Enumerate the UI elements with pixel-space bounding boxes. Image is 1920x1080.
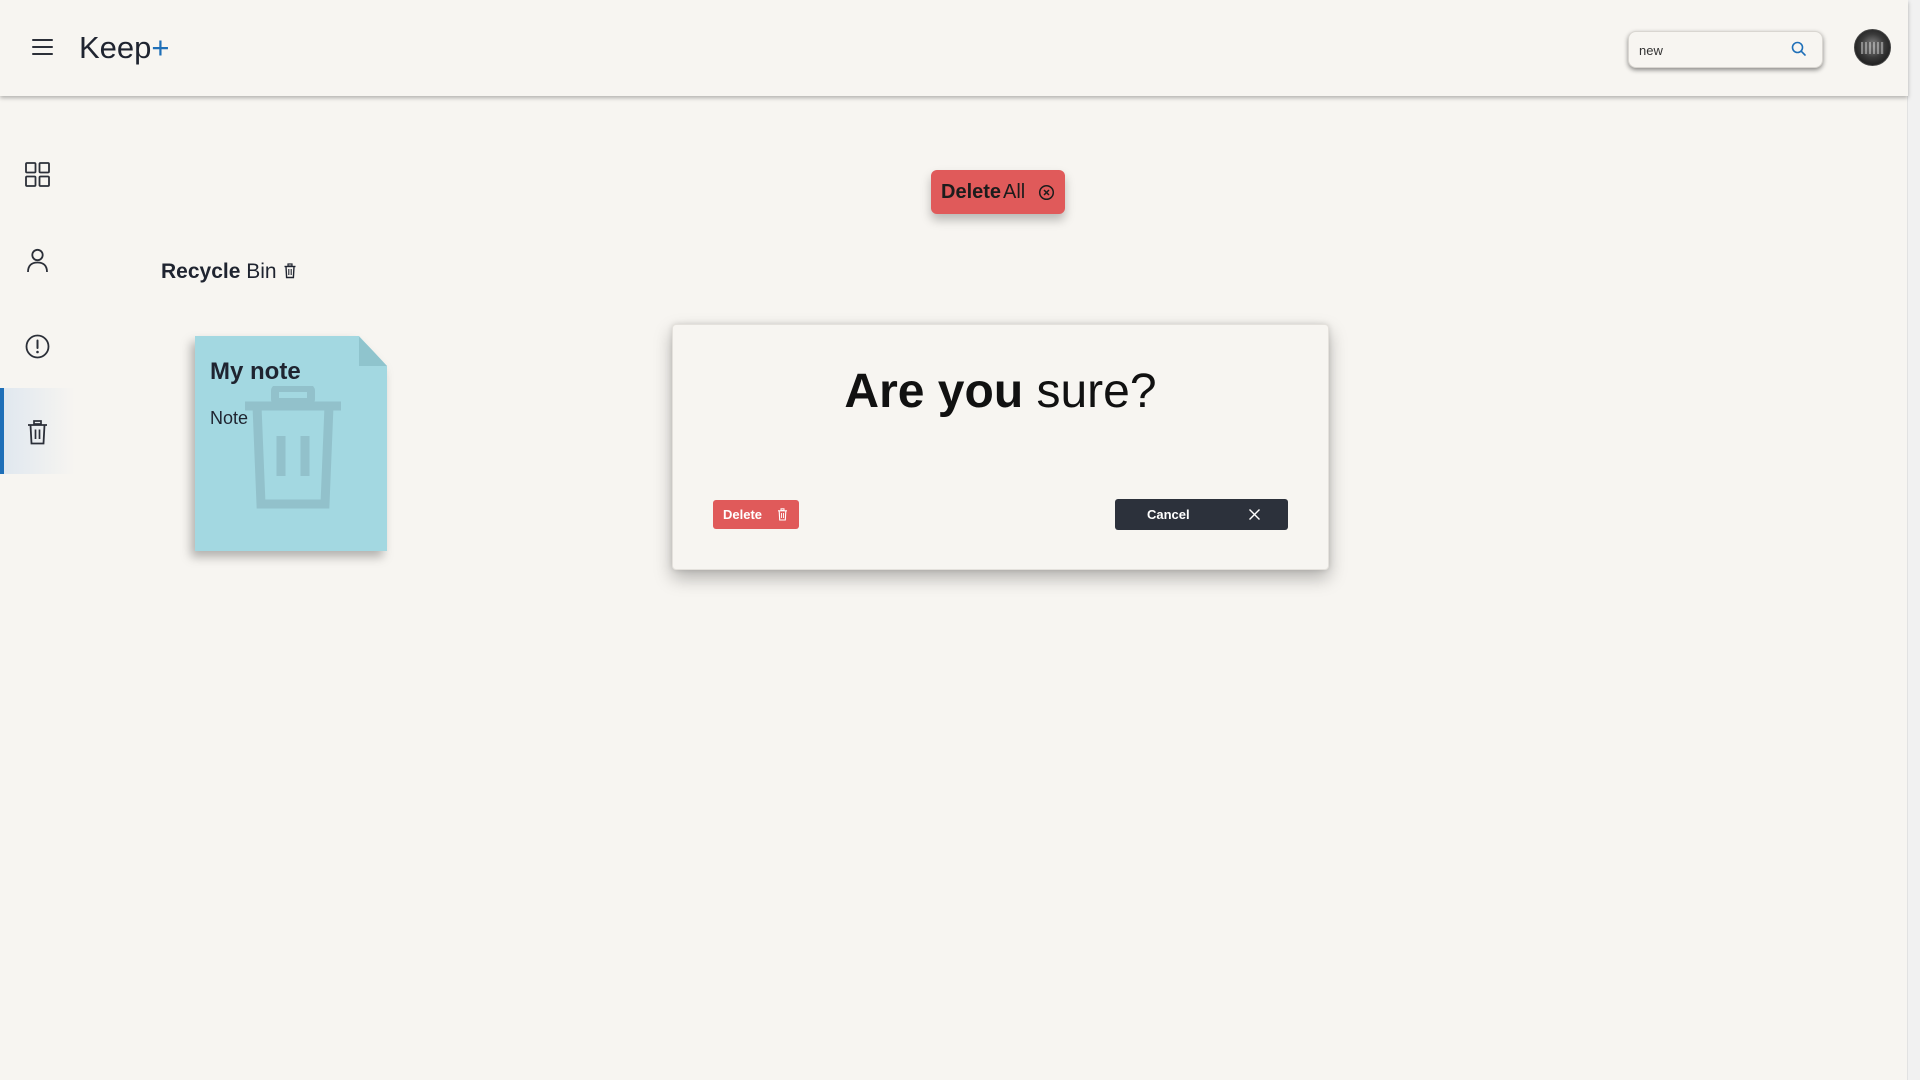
- sidebar-item-profile[interactable]: [0, 216, 75, 302]
- trash-watermark-icon: [245, 386, 341, 509]
- sidebar-item-notes[interactable]: [0, 130, 75, 216]
- page-scrollbar[interactable]: [1907, 0, 1920, 1080]
- trash-icon: [284, 263, 296, 279]
- confirm-delete-button[interactable]: Delete: [713, 500, 799, 529]
- cancel-label: Cancel: [1147, 507, 1190, 522]
- note-body: Note: [210, 408, 249, 428]
- app-logo: Keep+: [79, 28, 170, 68]
- trash-icon: [778, 508, 787, 521]
- note-paper: My note Note: [195, 336, 387, 551]
- close-circle-icon: [1038, 184, 1055, 201]
- page-title-rest: Bin: [246, 260, 277, 283]
- search-icon[interactable]: [1790, 40, 1808, 58]
- hamburger-menu-icon[interactable]: [30, 36, 56, 58]
- brand-plus: +: [151, 30, 170, 65]
- grid-icon: [25, 162, 50, 187]
- note-card[interactable]: My note Note: [195, 336, 387, 551]
- user-avatar[interactable]: [1854, 29, 1891, 66]
- cancel-button[interactable]: Cancel: [1115, 499, 1288, 530]
- confirm-dialog: Are you sure? Delete Cancel: [672, 324, 1329, 570]
- dialog-title-bold: Are you: [844, 365, 1024, 418]
- user-icon: [27, 248, 48, 273]
- alert-circle-icon: [25, 334, 50, 359]
- delete-all-label-rest: All: [1003, 181, 1026, 203]
- app-header: Keep+: [0, 0, 1908, 96]
- brand-name: Keep: [79, 30, 152, 65]
- close-icon: [1249, 509, 1260, 520]
- page-title: Recycle Bin: [161, 258, 296, 286]
- search-input[interactable]: [1637, 39, 1781, 61]
- trash-icon: [28, 420, 47, 445]
- delete-all-button[interactable]: Delete All: [931, 170, 1065, 214]
- dialog-title: Are you sure?: [673, 363, 1328, 421]
- delete-all-label-bold: Delete: [941, 181, 1002, 203]
- confirm-delete-label: Delete: [723, 507, 763, 522]
- search-box: [1628, 31, 1823, 68]
- note-title: My note: [210, 358, 301, 385]
- note-folded-corner: [359, 336, 387, 366]
- dialog-title-rest: sure?: [1036, 365, 1157, 418]
- page-title-bold: Recycle: [161, 260, 241, 283]
- sidebar-item-important[interactable]: [0, 302, 75, 388]
- sidebar-item-recycle-bin[interactable]: [0, 388, 75, 474]
